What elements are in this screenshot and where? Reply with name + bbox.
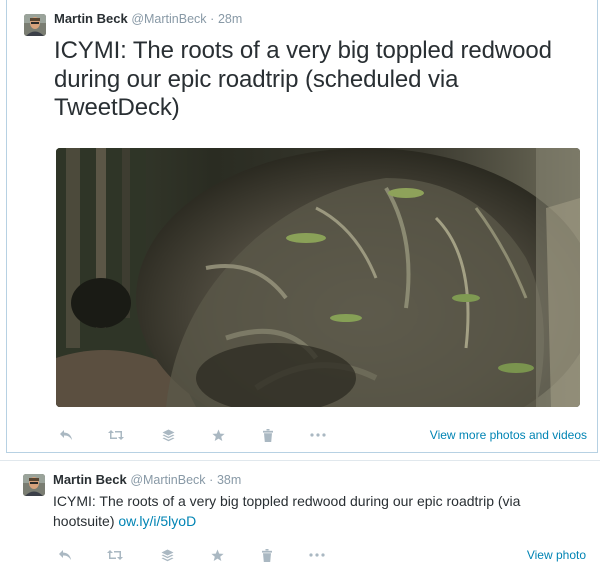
buffer-icon bbox=[162, 429, 174, 441]
delete-icon bbox=[262, 548, 272, 562]
avatar[interactable] bbox=[23, 474, 45, 496]
timestamp[interactable]: 38m bbox=[217, 473, 241, 487]
author-name[interactable]: Martin Beck bbox=[53, 472, 127, 487]
reply-button[interactable] bbox=[55, 545, 75, 565]
tweet-link[interactable]: ow.ly/i/5lyoD bbox=[118, 513, 196, 529]
tweet-actions: View photo bbox=[53, 545, 586, 565]
reply-button[interactable] bbox=[56, 425, 76, 445]
tweet-photo[interactable] bbox=[56, 148, 580, 407]
timeline: Martin Beck @MartinBeck · 28m ICYMI: The… bbox=[0, 0, 600, 579]
tweet-text: ICYMI: The roots of a very big toppled r… bbox=[54, 37, 552, 121]
favorite-icon bbox=[210, 549, 224, 561]
reply-icon bbox=[60, 430, 72, 440]
avatar-image bbox=[24, 14, 46, 36]
view-photo-link[interactable]: View photo bbox=[527, 547, 586, 563]
favorite-button[interactable] bbox=[208, 425, 228, 445]
separator-dot: · bbox=[209, 473, 214, 487]
delete-icon bbox=[263, 428, 273, 442]
tweet-item[interactable]: Martin Beck @MartinBeck · 28m ICYMI: The… bbox=[6, 0, 598, 453]
tweet-header: Martin Beck @MartinBeck · 28m bbox=[54, 11, 242, 27]
reply-icon bbox=[59, 550, 71, 560]
tweet-header: Martin Beck @MartinBeck · 38m bbox=[53, 472, 241, 488]
tweet-actions: View more photos and videos bbox=[54, 425, 587, 445]
author-handle[interactable]: @MartinBeck bbox=[130, 473, 205, 487]
more-icon bbox=[310, 433, 326, 437]
buffer-button[interactable] bbox=[158, 425, 178, 445]
author-handle[interactable]: @MartinBeck bbox=[131, 12, 206, 26]
view-more-photos-link[interactable]: View more photos and videos bbox=[430, 427, 587, 443]
more-button[interactable] bbox=[307, 545, 327, 565]
tweet-text: ICYMI: The roots of a very big toppled r… bbox=[53, 491, 583, 531]
delete-button[interactable] bbox=[257, 545, 277, 565]
avatar[interactable] bbox=[24, 14, 46, 36]
buffer-icon bbox=[161, 549, 173, 561]
buffer-button[interactable] bbox=[157, 545, 177, 565]
tweet-item[interactable]: Martin Beck @MartinBeck · 38m ICYMI: The… bbox=[6, 461, 598, 579]
redwood-roots-photo bbox=[56, 148, 580, 407]
timestamp[interactable]: 28m bbox=[218, 12, 242, 26]
retweet-icon bbox=[107, 550, 123, 560]
retweet-icon bbox=[108, 430, 124, 440]
delete-button[interactable] bbox=[258, 425, 278, 445]
retweet-button[interactable] bbox=[105, 545, 125, 565]
favorite-icon bbox=[211, 429, 225, 441]
more-button[interactable] bbox=[308, 425, 328, 445]
retweet-button[interactable] bbox=[106, 425, 126, 445]
avatar-image bbox=[23, 474, 45, 496]
more-icon bbox=[309, 553, 325, 557]
author-name[interactable]: Martin Beck bbox=[54, 11, 128, 26]
separator-dot: · bbox=[210, 12, 215, 26]
favorite-button[interactable] bbox=[207, 545, 227, 565]
